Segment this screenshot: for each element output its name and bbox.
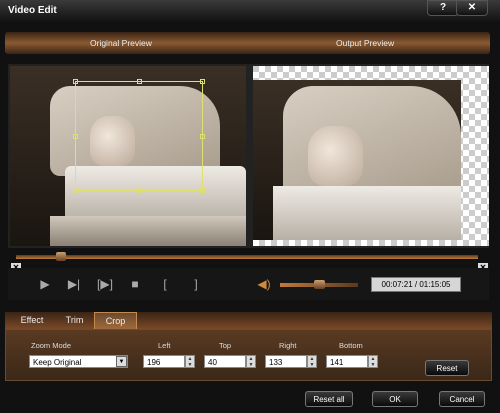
timecode-display: 00:07:21 / 01:15:05 — [371, 277, 461, 292]
top-label: Top — [219, 341, 232, 350]
title-bar: Video Edit ? ✕ — [0, 0, 500, 22]
tab-trim[interactable]: Trim — [57, 312, 92, 329]
bottom-label: Bottom — [339, 341, 363, 350]
play-icon[interactable]: ▶ — [38, 277, 52, 291]
edit-tabs: Effect Trim Crop — [5, 312, 492, 329]
crop-handle-bottom[interactable] — [137, 188, 142, 193]
help-button[interactable]: ? — [427, 0, 459, 16]
crop-handle-bottom-left[interactable] — [73, 188, 78, 193]
zoom-mode-select[interactable]: Keep Original — [29, 355, 128, 368]
crop-handle-top[interactable] — [137, 79, 142, 84]
right-field[interactable]: 133 — [265, 355, 307, 368]
video-edit-window: Video Edit ? ✕ Original Preview Output P… — [0, 0, 500, 413]
reset-all-button[interactable]: Reset all — [305, 391, 353, 407]
crop-handle-right[interactable] — [200, 134, 205, 139]
next-frame-icon[interactable]: ▶| — [67, 277, 81, 291]
chevron-down-icon[interactable]: ▼ — [116, 356, 127, 367]
cat-image-output — [308, 126, 363, 186]
crop-handle-bottom-right[interactable] — [200, 188, 205, 193]
top-stepper[interactable]: ▲ ▼ — [246, 355, 256, 368]
right-stepper[interactable]: ▲ ▼ — [307, 355, 317, 368]
step-forward-icon[interactable]: [▶] — [97, 277, 113, 291]
left-field[interactable]: 196 — [143, 355, 185, 368]
timeline-thumb[interactable] — [56, 252, 66, 261]
tab-effect[interactable]: Effect — [13, 312, 51, 329]
crop-frame[interactable] — [73, 79, 205, 193]
cancel-button[interactable]: Cancel — [439, 391, 485, 407]
crop-handle-top-left[interactable] — [73, 79, 78, 84]
timeline-slider[interactable] — [16, 255, 478, 259]
original-preview-label: Original Preview — [90, 38, 152, 48]
left-stepper[interactable]: ▲ ▼ — [185, 355, 195, 368]
stop-icon[interactable]: ■ — [128, 277, 142, 291]
zoom-mode-label: Zoom Mode — [31, 341, 72, 350]
ok-button[interactable]: OK — [372, 391, 418, 407]
crop-handle-top-right[interactable] — [200, 79, 205, 84]
right-label: Right — [279, 341, 297, 350]
preview-header: Original Preview Output Preview — [5, 32, 490, 54]
close-button[interactable]: ✕ — [456, 0, 488, 16]
output-preview — [253, 66, 489, 246]
top-field[interactable]: 40 — [204, 355, 246, 368]
output-preview-label: Output Preview — [336, 38, 395, 48]
bottom-field[interactable]: 141 — [326, 355, 368, 368]
mark-out-icon[interactable]: ] — [189, 277, 203, 291]
bottom-stepper[interactable]: ▲ ▼ — [368, 355, 378, 368]
mark-in-icon[interactable]: [ — [158, 277, 172, 291]
reset-button[interactable]: Reset — [425, 360, 469, 376]
window-title: Video Edit — [8, 5, 57, 16]
volume-thumb[interactable] — [314, 280, 325, 289]
crop-handle-left[interactable] — [73, 134, 78, 139]
tab-crop[interactable]: Crop — [94, 312, 137, 329]
volume-icon[interactable]: ◀) — [257, 277, 271, 291]
left-label: Left — [158, 341, 171, 350]
